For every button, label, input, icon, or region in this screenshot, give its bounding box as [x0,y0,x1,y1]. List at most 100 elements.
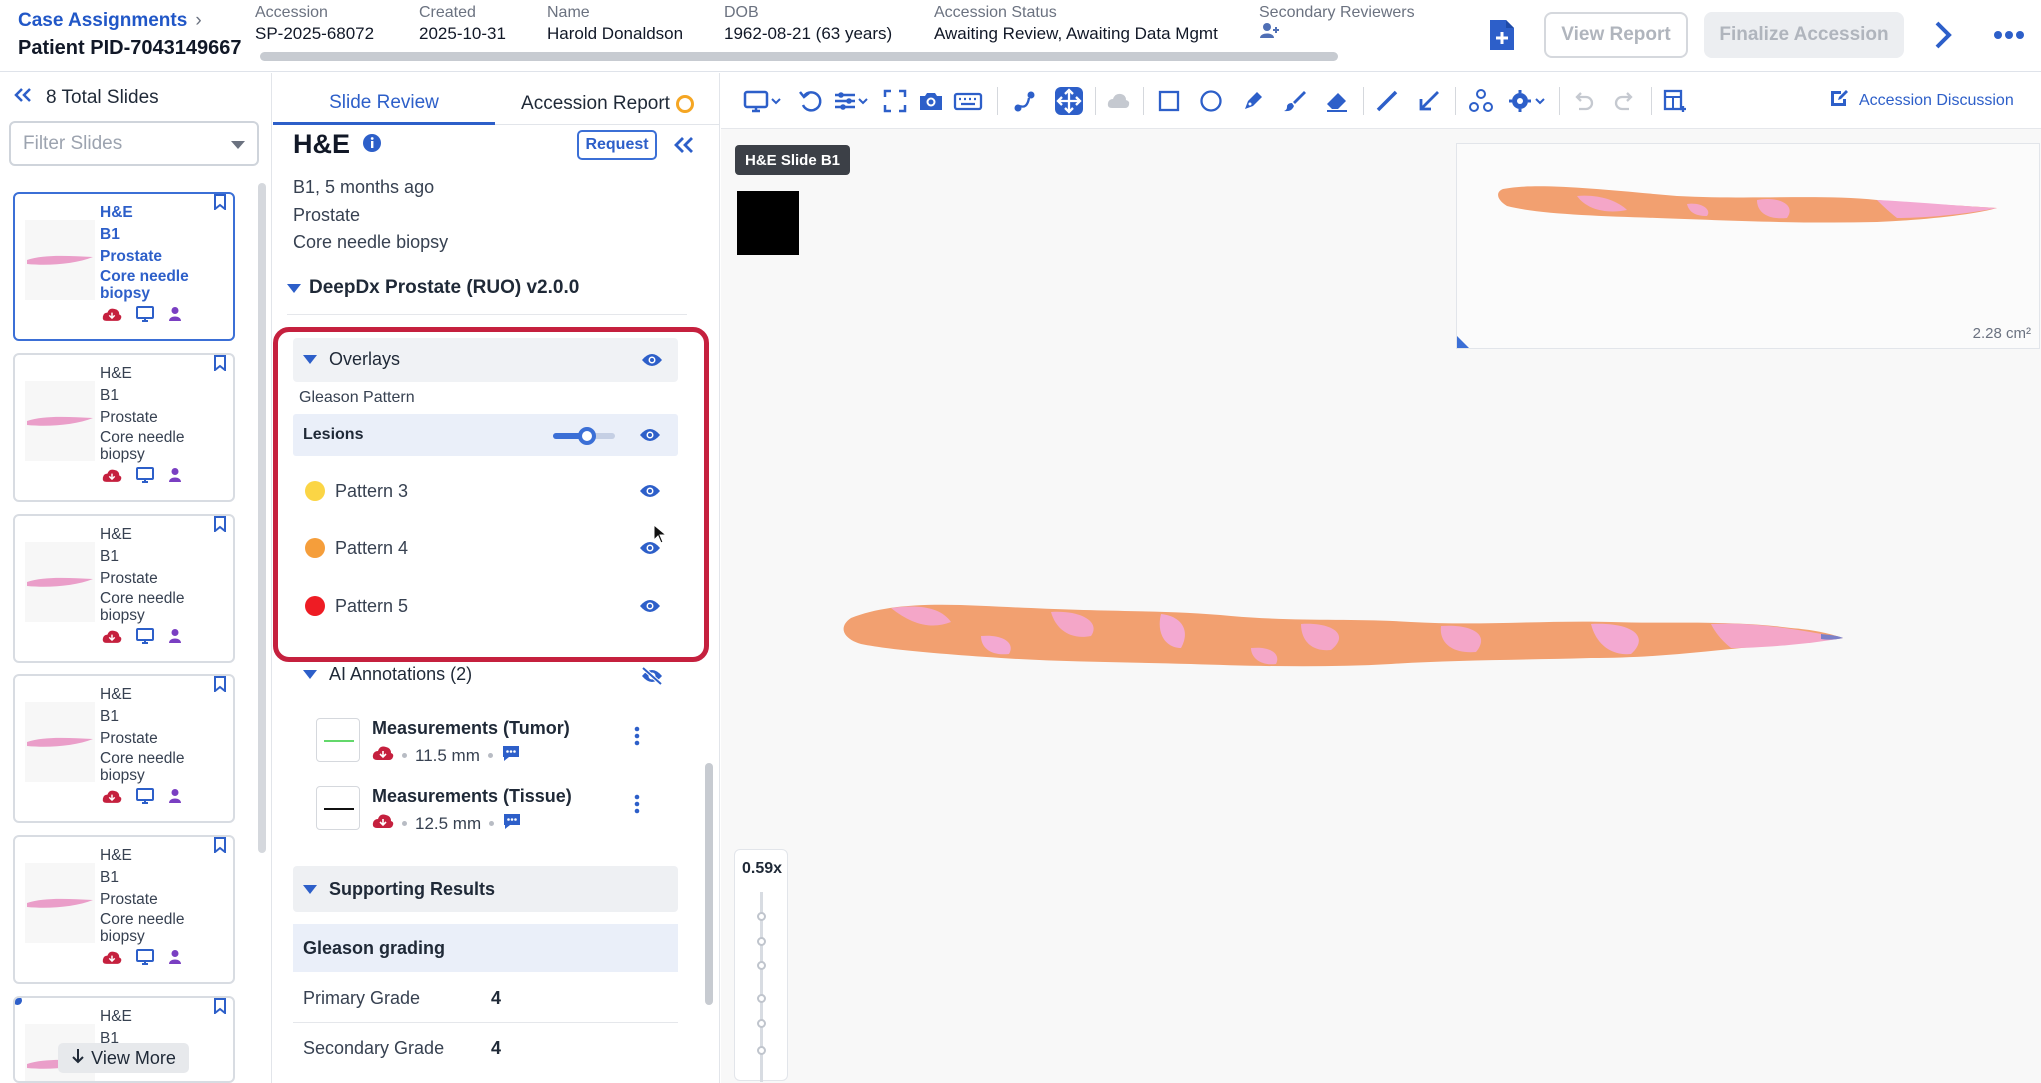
user-icon [168,949,182,970]
camera-icon[interactable] [917,87,945,115]
slide-viewer[interactable]: Accession Discussion H&E Slide B1 2.28 c… [721,73,2041,1083]
bookmark-icon[interactable] [213,837,227,855]
bookmark-icon[interactable] [213,676,227,694]
secondary-grade-value: 4 [491,1038,502,1058]
zoom-tick[interactable] [757,1046,766,1055]
fullscreen-icon[interactable] [881,87,909,115]
ai-annotations-section-header[interactable]: AI Annotations (2) [293,660,678,690]
bookmark-icon[interactable] [213,355,227,373]
zoom-tick[interactable] [757,912,766,921]
collapse-list-icon[interactable] [14,87,32,109]
slide-card[interactable]: H&E B1 Prostate Core needle biopsy [13,353,235,502]
zoom-tick[interactable] [757,1019,766,1028]
cloud-icon[interactable] [1105,87,1133,115]
pen-tool-icon[interactable] [1239,87,1267,115]
supporting-results-section-header[interactable]: Supporting Results [293,866,678,912]
created-value: 2025-10-31 [419,24,506,43]
bookmark-icon[interactable] [213,998,227,1016]
header-meta-scrollbar[interactable] [260,52,1338,61]
toolbar-separator [1559,87,1560,115]
path-tool-icon[interactable] [1011,87,1039,115]
breadcrumb-case-assignments[interactable]: Case Assignments [18,10,187,31]
kebab-menu-icon[interactable] [634,794,640,814]
eraser-tool-icon[interactable] [1323,87,1351,115]
ai-cloud-icon [102,629,122,649]
eye-icon[interactable] [641,352,663,368]
minimap[interactable]: 2.28 cm² [1456,143,2040,349]
adjustments-icon[interactable] [833,87,869,115]
overlays-title: Overlays [329,349,401,369]
finalize-accession-button[interactable]: Finalize Accession [1704,12,1904,58]
view-more-button[interactable]: View More [58,1043,189,1073]
undo-icon[interactable] [1569,87,1597,115]
lesions-opacity-handle[interactable] [578,427,597,445]
slide-label-thumbnail[interactable] [737,191,799,255]
ai-cloud-icon [372,745,394,766]
view-report-button[interactable]: View Report [1544,12,1688,58]
arrow-tool-icon[interactable] [1415,87,1443,115]
chevron-down-icon [287,283,301,293]
eye-icon[interactable] [639,483,661,499]
slide-layout-icon[interactable] [1661,87,1689,115]
comment-icon[interactable] [501,744,521,767]
brush-tool-icon[interactable] [1281,87,1309,115]
request-button[interactable]: Request [577,130,657,160]
primary-grade-label: Primary Grade [303,988,421,1008]
chevron-right-icon[interactable] [1932,20,1954,50]
slide-thumbnail [25,542,95,622]
add-reviewer-icon[interactable] [1259,22,1415,47]
redo-icon[interactable] [1611,87,1639,115]
algorithm-section-header[interactable]: DeepDx Prostate (RUO) v2.0.0 [287,271,687,315]
measurement-tumor[interactable]: Measurements (Tumor) 11.5 mm [312,712,682,770]
lesions-opacity-slider[interactable] [553,427,615,445]
tab-slide-review[interactable]: Slide Review [273,83,495,125]
ai-cloud-icon [102,789,122,809]
slide-card[interactable]: H&E B1 Prostate Core needle biopsy [13,192,235,341]
slide-card[interactable]: H&E B1 Prostate Core needle biopsy [13,835,235,984]
display-mode-icon[interactable] [743,87,783,115]
measurement-tissue[interactable]: Measurements (Tissue) 12.5 mm [312,780,682,838]
status-meta: Accession Status Awaiting Review, Awaiti… [934,4,1218,46]
comment-icon[interactable] [502,812,522,835]
patient-id: Patient PID-7043149667 [18,37,242,59]
zoom-tick[interactable] [757,937,766,946]
kebab-menu-icon[interactable] [634,726,640,746]
slide-list-scrollbar[interactable] [258,183,266,853]
minimap-tissue [1498,186,1997,223]
accession-discussion-button[interactable]: Accession Discussion [1829,88,2014,113]
more-options-icon[interactable] [1994,28,2024,40]
slide-card[interactable]: H&E B1 Prostate Core needle biopsy [13,514,235,663]
overlays-section-header[interactable]: Overlays [293,338,678,382]
zoom-tick[interactable] [757,994,766,1003]
add-document-icon[interactable] [1488,18,1516,52]
shapes-tool-icon[interactable] [1467,87,1495,115]
ellipse-tool-icon[interactable] [1197,87,1225,115]
monitor-icon [136,788,154,809]
pattern-5-color [305,596,325,616]
eye-off-icon[interactable] [641,666,663,686]
ruler-tool-icon[interactable] [1373,87,1401,115]
procedure: Core needle biopsy [293,232,449,252]
rotate-icon[interactable] [797,87,825,115]
separator-dot [487,753,493,758]
slide-card-details: H&E B1 Prostate Core needle biopsy [100,202,220,302]
bookmark-icon[interactable] [213,516,227,534]
slide-card[interactable]: H&E B1 Prostate Core needle biopsy [13,674,235,823]
zoom-tick[interactable] [757,961,766,970]
eye-icon[interactable] [639,427,661,443]
detail-panel-scrollbar[interactable] [705,763,713,1005]
filter-slides-select[interactable]: Filter Slides [9,121,259,166]
breadcrumb[interactable]: Case Assignments › [18,10,202,32]
unread-indicator [15,998,22,1005]
minimap-resize-handle[interactable] [1457,336,1469,348]
info-icon[interactable] [362,129,382,160]
measurement-tissue-swatch [316,786,360,830]
bookmark-icon[interactable] [213,194,227,212]
rectangle-tool-icon[interactable] [1155,87,1183,115]
settings-dropdown-icon[interactable] [1507,87,1547,115]
eye-icon[interactable] [639,598,661,614]
keyboard-icon[interactable] [953,87,983,115]
pan-tool-icon[interactable] [1055,87,1083,115]
collapse-panel-icon[interactable] [673,133,695,157]
tab-accession-report[interactable]: Accession Report [495,83,720,125]
